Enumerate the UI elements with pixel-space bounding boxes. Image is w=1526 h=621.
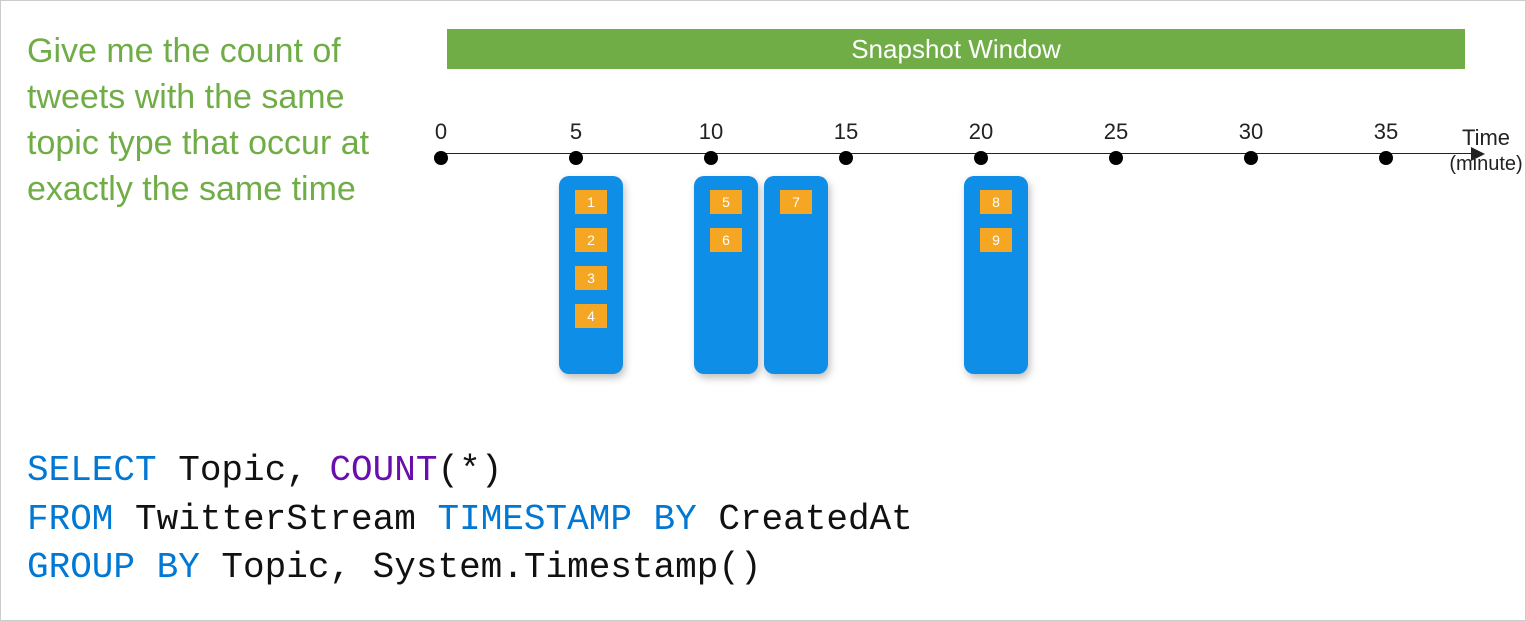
sql-query: SELECT Topic, COUNT(*) FROM TwitterStrea… [27, 447, 913, 593]
sql-line-1: SELECT Topic, COUNT(*) [27, 447, 913, 496]
tick-label: 35 [1371, 119, 1401, 145]
group-at-5: 1 2 3 4 [559, 176, 623, 374]
sql-text: (*) [437, 450, 502, 491]
tick-dot-icon [974, 151, 988, 165]
sql-keyword-count: COUNT [329, 450, 437, 491]
diagram-root: Give me the count of tweets with the sam… [1, 1, 1525, 620]
timeline-axis [441, 153, 1473, 154]
tick-label: 25 [1101, 119, 1131, 145]
tick-35: 35 [1371, 119, 1401, 165]
tick-15: 15 [831, 119, 861, 165]
tick-dot-icon [569, 151, 583, 165]
tick-dot-icon [1379, 151, 1393, 165]
group-at-10-b: 7 [764, 176, 828, 374]
sql-keyword-timestamp-by: TIMESTAMP BY [437, 499, 696, 540]
tick-label: 10 [696, 119, 726, 145]
tick-label: 5 [561, 119, 591, 145]
group-at-10-a: 5 6 [694, 176, 758, 374]
tick-5: 5 [561, 119, 591, 165]
tick-dot-icon [704, 151, 718, 165]
event-groups: 1 2 3 4 5 6 7 8 9 [431, 176, 1491, 396]
sql-text: CreatedAt [697, 499, 913, 540]
tick-dot-icon [839, 151, 853, 165]
snapshot-window-banner: Snapshot Window [447, 29, 1465, 69]
sql-text: Topic, System.Timestamp() [200, 547, 762, 588]
description-text: Give me the count of tweets with the sam… [27, 29, 387, 213]
sql-text: Topic, [157, 450, 330, 491]
group-at-20: 8 9 [964, 176, 1028, 374]
sql-text: TwitterStream [113, 499, 437, 540]
tick-20: 20 [966, 119, 996, 165]
event-box: 3 [575, 266, 607, 290]
event-box: 4 [575, 304, 607, 328]
event-box: 8 [980, 190, 1012, 214]
event-box: 9 [980, 228, 1012, 252]
event-box: 5 [710, 190, 742, 214]
event-box: 1 [575, 190, 607, 214]
event-box: 7 [780, 190, 812, 214]
axis-sublabel: (minute) [1441, 153, 1526, 176]
sql-keyword-group-by: GROUP BY [27, 547, 200, 588]
tick-label: 0 [426, 119, 456, 145]
tick-label: 30 [1236, 119, 1266, 145]
tick-dot-icon [1244, 151, 1258, 165]
event-box: 2 [575, 228, 607, 252]
tick-label: 15 [831, 119, 861, 145]
tick-10: 10 [696, 119, 726, 165]
tick-25: 25 [1101, 119, 1131, 165]
tick-label: 20 [966, 119, 996, 145]
tick-dot-icon [1109, 151, 1123, 165]
event-box: 6 [710, 228, 742, 252]
tick-30: 30 [1236, 119, 1266, 165]
sql-line-3: GROUP BY Topic, System.Timestamp() [27, 544, 913, 593]
sql-keyword-from: FROM [27, 499, 113, 540]
sql-keyword-select: SELECT [27, 450, 157, 491]
axis-label: Time [1441, 125, 1526, 151]
sql-line-2: FROM TwitterStream TIMESTAMP BY CreatedA… [27, 496, 913, 545]
tick-0: 0 [426, 119, 456, 165]
tick-dot-icon [434, 151, 448, 165]
